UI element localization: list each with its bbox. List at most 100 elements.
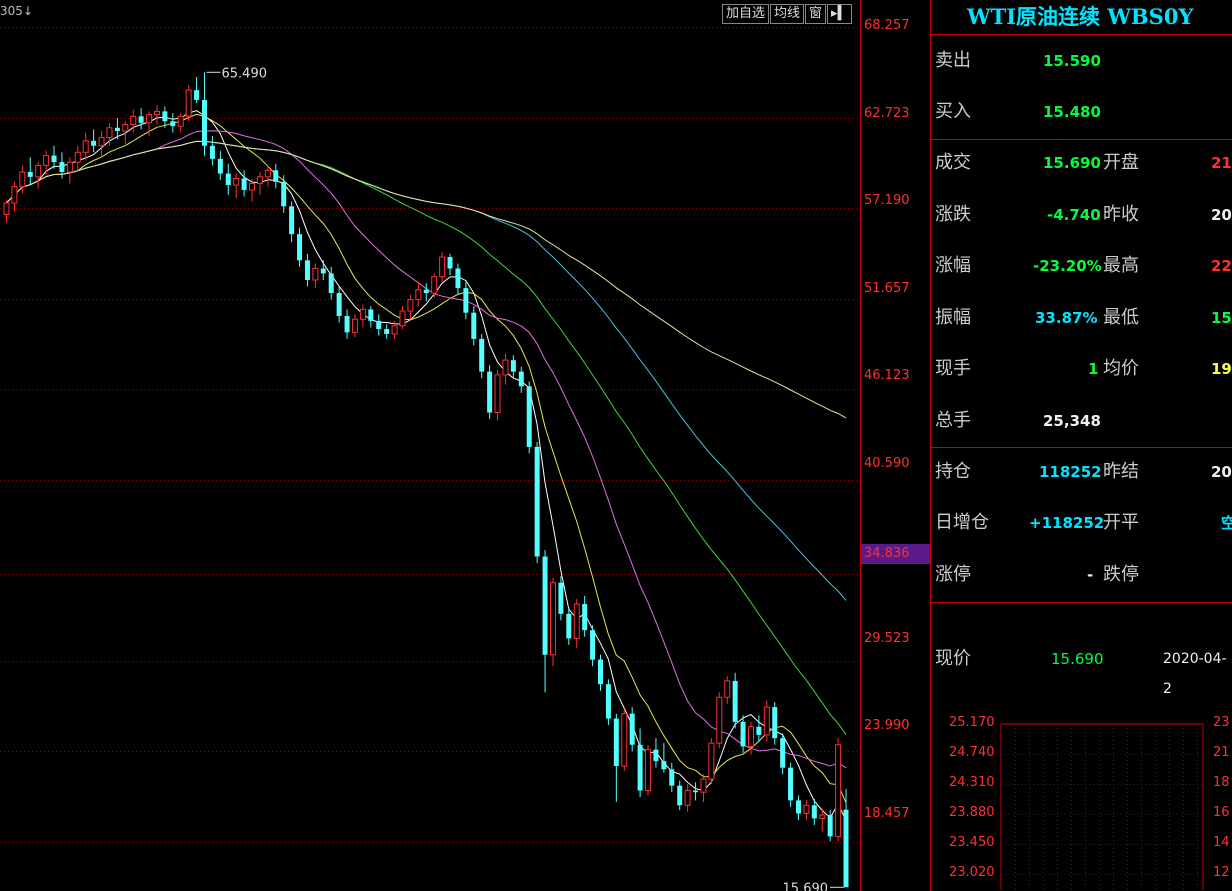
candle-body [320, 268, 326, 274]
sell-row: 卖出 15.590 [931, 46, 1232, 76]
prev-settle-label: 昨结 [1103, 461, 1139, 482]
candle-body [11, 186, 18, 204]
chart-toolbar: 加自选 均线 窗 ▸▍ [722, 4, 853, 24]
candle-body [747, 726, 754, 747]
candle-body [740, 721, 746, 747]
add-watchlist-button[interactable]: 加自选 [722, 4, 770, 24]
candle-body [494, 374, 501, 414]
open-interest-row: 持仓 118252 昨结 20. [931, 457, 1232, 487]
candle-body [423, 289, 429, 294]
candle-body [35, 164, 42, 178]
mini-right-tick: 18 [1213, 775, 1230, 790]
now-row: 现价 15.690 2020-04-2 [931, 644, 1232, 697]
candle-body [661, 761, 667, 770]
candle-body [359, 308, 366, 320]
low-value: 15. [1211, 309, 1232, 327]
buy-value: 15.480 [1043, 103, 1101, 121]
candle-body [827, 815, 833, 837]
candle-body [534, 446, 540, 557]
candle-body [724, 680, 731, 698]
candle-body [716, 696, 723, 744]
candle-body [605, 684, 611, 719]
candle-body [590, 630, 596, 660]
kline-chart-area[interactable]: 65.490 15.690 305↓ 加自选 均线 窗 ▸▍ [0, 0, 860, 891]
moving-average-button[interactable]: 均线 [770, 4, 805, 24]
candle-body [27, 171, 33, 177]
candle-body [185, 89, 192, 117]
candle-body [566, 613, 572, 639]
oi-change-label: 日增仓 [935, 512, 989, 533]
price-tick: 46.123 [864, 368, 910, 383]
candle-body [3, 202, 10, 215]
price-tick: 68.257 [864, 18, 910, 33]
buy-label: 买入 [935, 101, 971, 122]
oi-change-value: +118252 [1029, 514, 1105, 532]
instrument-title: WTI原油连续 WBS0Y [967, 4, 1194, 29]
limit-up-label: 涨停 [935, 564, 971, 585]
contract-code: 305↓ [0, 4, 33, 18]
mini-right-tick: 21 [1213, 745, 1230, 760]
price-tick: 51.657 [864, 281, 910, 296]
price-axis: 68.257 62.723 57.190 51.657 46.123 40.59… [860, 0, 931, 891]
candle-body [344, 315, 350, 333]
amplitude-row: 振幅 33.87% 最低 15. [931, 303, 1232, 333]
oi-change-row: 日增仓 +118252 开平 空 [931, 508, 1232, 538]
candle-body [281, 181, 287, 207]
change-value: -4.740 [1047, 206, 1101, 224]
open-close-value: 空 [1221, 514, 1232, 532]
window-button[interactable]: 窗 [805, 4, 827, 24]
change-label: 涨跌 [935, 204, 971, 225]
sell-label: 卖出 [935, 50, 971, 71]
candle-body [384, 329, 390, 334]
candle-body [510, 360, 516, 372]
candle-body [177, 115, 184, 127]
push-right-icon[interactable]: ▸▍ [827, 4, 852, 24]
candle-body [368, 309, 374, 321]
total-value: 25,348 [1043, 412, 1101, 430]
candle-body [549, 582, 556, 656]
change-pct-row: 涨幅 -23.20% 最高 22. [931, 251, 1232, 281]
price-tick: 29.523 [864, 631, 910, 646]
candle-body [264, 169, 271, 178]
prev-settle-value: 20. [1211, 463, 1232, 481]
mini-right-tick: 16 [1213, 805, 1230, 820]
candle-body [51, 155, 57, 163]
candle-body [598, 659, 603, 685]
candle-body [684, 790, 691, 806]
kline-chart[interactable]: 65.490 15.690 [0, 0, 860, 891]
candle-body [289, 206, 295, 235]
candle-body [708, 742, 715, 780]
candle-body [59, 162, 65, 172]
candle-body [558, 582, 564, 614]
candle-body [202, 99, 207, 146]
prev-close-value: 20. [1211, 206, 1232, 224]
change-row: 涨跌 -4.740 昨收 20. [931, 200, 1232, 230]
amplitude-value: 33.87% [1035, 309, 1098, 327]
candle-body [153, 110, 160, 116]
high-value-label: 65.490 [222, 66, 268, 81]
limit-down-label: 跌停 [1103, 564, 1139, 585]
candle-body [447, 257, 453, 269]
candle-body [788, 767, 794, 801]
ma120-line [6, 140, 847, 419]
candle-body [43, 155, 50, 166]
candle-body [273, 170, 279, 182]
candle-body [573, 603, 580, 639]
candle-body [700, 778, 707, 793]
mini-chart [1000, 723, 1204, 890]
mini-right-tick: 12 [1213, 865, 1230, 880]
candle-body [66, 161, 73, 173]
candle-body [669, 769, 675, 786]
price-tick: 57.190 [864, 193, 910, 208]
volume-label: 成交 [935, 152, 971, 173]
mini-left-tick: 23.450 [949, 835, 995, 850]
mini-left-tick: 23.880 [949, 805, 995, 820]
candle-body [542, 556, 548, 655]
candle-body [629, 713, 635, 745]
candle-body [613, 718, 619, 767]
divider [931, 139, 1232, 140]
candle-body [98, 137, 105, 147]
mini-right-tick: 14 [1213, 835, 1230, 850]
avg-label: 均价 [1103, 358, 1139, 379]
now-date: 2020-04-2 [1163, 651, 1227, 697]
